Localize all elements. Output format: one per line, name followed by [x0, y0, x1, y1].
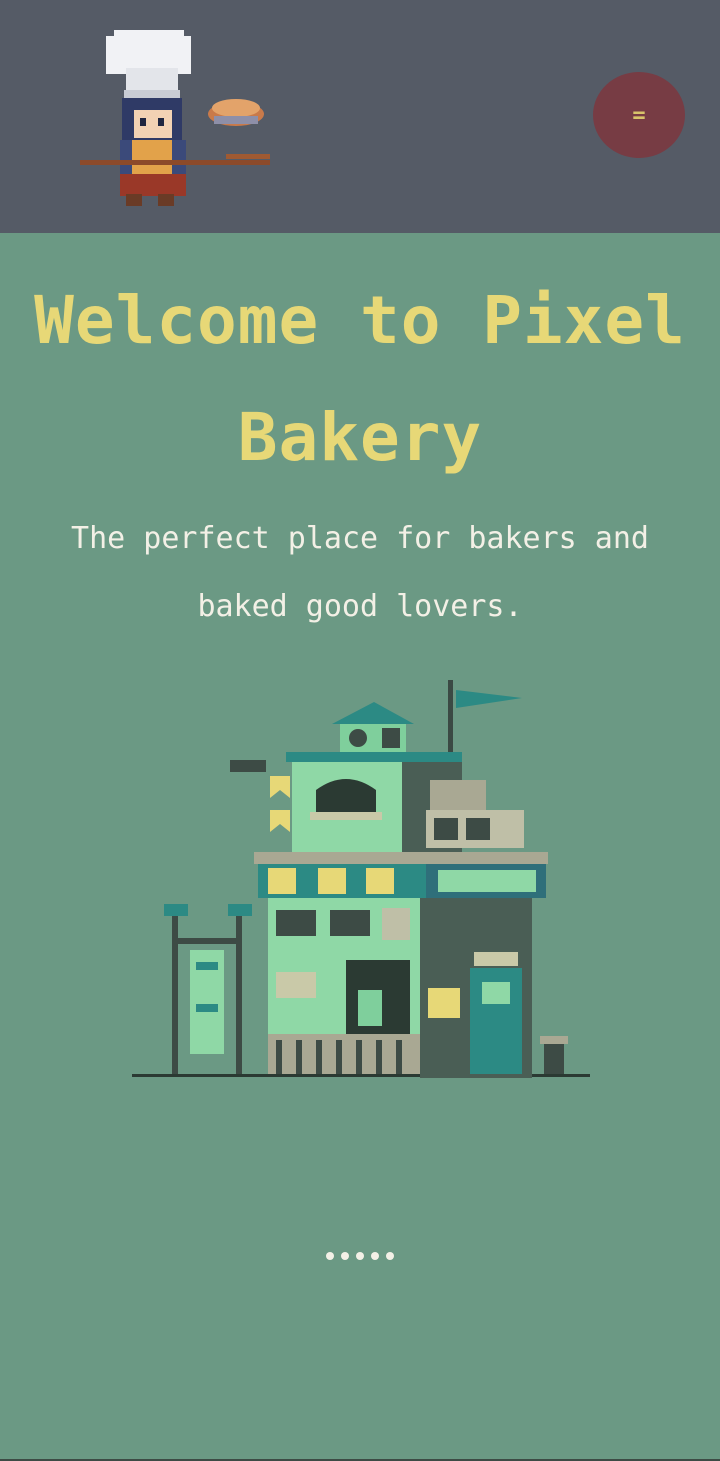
hero-title: Welcome to Pixel Bakery [0, 262, 720, 496]
page: = Welcome to Pixel Bakery The perfect pl… [0, 0, 720, 1461]
menu-button[interactable]: = [593, 72, 685, 158]
pixel-bakery-building-icon [132, 680, 590, 1078]
hero-subtitle-line-2: baked good lovers. [197, 589, 523, 624]
hero-title-line-2: Bakery [237, 399, 483, 476]
carousel-dot-5[interactable] [386, 1252, 394, 1260]
carousel-dot-3[interactable] [356, 1252, 364, 1260]
hero-subtitle-line-1: The perfect place for bakers and [71, 521, 649, 556]
carousel-dot-1[interactable] [326, 1252, 334, 1260]
baker-chef-logo-icon[interactable] [76, 28, 276, 213]
site-header: = [0, 0, 720, 233]
hero-title-line-1: Welcome to Pixel [34, 282, 686, 359]
hero-subtitle: The perfect place for bakers and baked g… [40, 505, 680, 641]
carousel-dot-2[interactable] [341, 1252, 349, 1260]
carousel-dots [0, 1252, 720, 1260]
carousel-dot-4[interactable] [371, 1252, 379, 1260]
